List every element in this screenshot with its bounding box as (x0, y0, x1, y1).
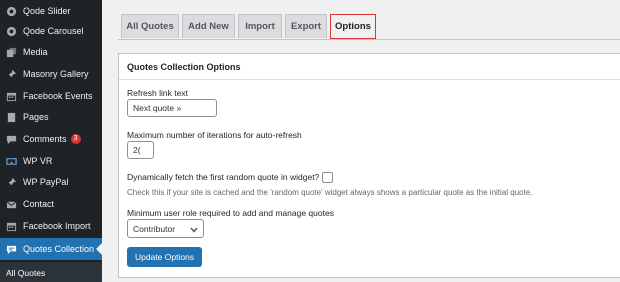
sidebar-item-label: Comments (23, 134, 67, 144)
role-label: Minimum user role required to add and ma… (127, 208, 334, 218)
refresh-link-input[interactable]: Next quote » (127, 99, 217, 117)
sidebar-item-label: Facebook Import (23, 221, 91, 231)
pin-icon (5, 176, 17, 188)
chevron-down-icon (190, 225, 198, 235)
media-icon (5, 46, 17, 58)
sidebar-item-qode-carousel[interactable]: Qode Carousel (0, 20, 102, 42)
admin-sidebar: Qode Slider Qode Carousel Media Masonry … (0, 0, 102, 282)
active-indicator-arrow (96, 243, 102, 255)
sidebar-item-label: Masonry Gallery (23, 69, 89, 79)
sidebar-item-contact[interactable]: Contact (0, 193, 102, 215)
calendar-icon (5, 90, 17, 102)
carousel-icon (5, 25, 17, 37)
comment-count-badge: 3 (70, 134, 81, 144)
sidebar-item-label: Facebook Events (23, 91, 93, 101)
sidebar-item-qode-slider[interactable]: Qode Slider (0, 0, 102, 22)
options-panel: Quotes Collection Options Refresh link t… (118, 53, 620, 278)
update-options-button[interactable]: Update Options (127, 247, 202, 267)
tab-options[interactable]: Options (330, 14, 376, 39)
page-icon (5, 111, 17, 123)
quote-icon (5, 243, 17, 255)
vr-icon (5, 155, 17, 167)
sidebar-item-label: WP PayPal (23, 177, 69, 187)
sidebar-item-label: Contact (23, 199, 55, 209)
sidebar-item-facebook-import[interactable]: Facebook Import (0, 215, 102, 237)
sidebar-item-facebook-events[interactable]: Facebook Events (0, 85, 102, 107)
tab-import[interactable]: Import (238, 14, 282, 38)
sidebar-item-pages[interactable]: Pages (0, 106, 102, 128)
sidebar-item-label: Media (23, 47, 48, 57)
dynamic-fetch-text: Dynamically fetch the first random quote… (127, 172, 320, 182)
panel-title: Quotes Collection Options (127, 62, 241, 72)
sidebar-item-quotes-collection[interactable]: Quotes Collection (0, 238, 102, 260)
sidebar-item-label: Qode Carousel (23, 26, 84, 36)
comment-icon (5, 133, 17, 145)
refresh-link-label: Refresh link text (127, 88, 188, 98)
dynamic-fetch-help: Check this if your site is cached and th… (127, 188, 533, 197)
submenu-item-all-quotes[interactable]: All Quotes (6, 268, 45, 278)
pin-icon (5, 68, 17, 80)
iterations-label: Maximum number of iterations for auto-re… (127, 130, 302, 140)
submenu: All Quotes (0, 262, 102, 282)
calendar-icon (5, 220, 17, 232)
sidebar-item-comments[interactable]: Comments 3 (0, 128, 102, 150)
envelope-icon (5, 198, 17, 210)
sidebar-item-label: WP VR (23, 156, 53, 166)
sidebar-item-masonry-gallery[interactable]: Masonry Gallery (0, 63, 102, 85)
sidebar-item-label: Quotes Collection (23, 244, 95, 254)
role-select[interactable]: Contributor (127, 219, 204, 238)
tab-all-quotes[interactable]: All Quotes (121, 14, 179, 38)
divider (119, 79, 620, 80)
sidebar-item-label: Qode Slider (23, 6, 71, 16)
dynamic-fetch-checkbox[interactable] (322, 172, 334, 184)
dynamic-fetch-label: Dynamically fetch the first random quote… (127, 172, 334, 184)
sidebar-item-wp-vr[interactable]: WP VR (0, 150, 102, 172)
sidebar-item-wp-paypal[interactable]: WP PayPal (0, 171, 102, 193)
iterations-input[interactable]: 2( (127, 141, 154, 159)
role-select-value: Contributor (133, 223, 176, 234)
tab-export[interactable]: Export (285, 14, 327, 38)
slider-icon (5, 5, 17, 17)
sidebar-item-media[interactable]: Media (0, 41, 102, 63)
sidebar-item-label: Pages (23, 112, 49, 122)
tab-add-new[interactable]: Add New (182, 14, 235, 38)
tab-divider (118, 39, 620, 40)
